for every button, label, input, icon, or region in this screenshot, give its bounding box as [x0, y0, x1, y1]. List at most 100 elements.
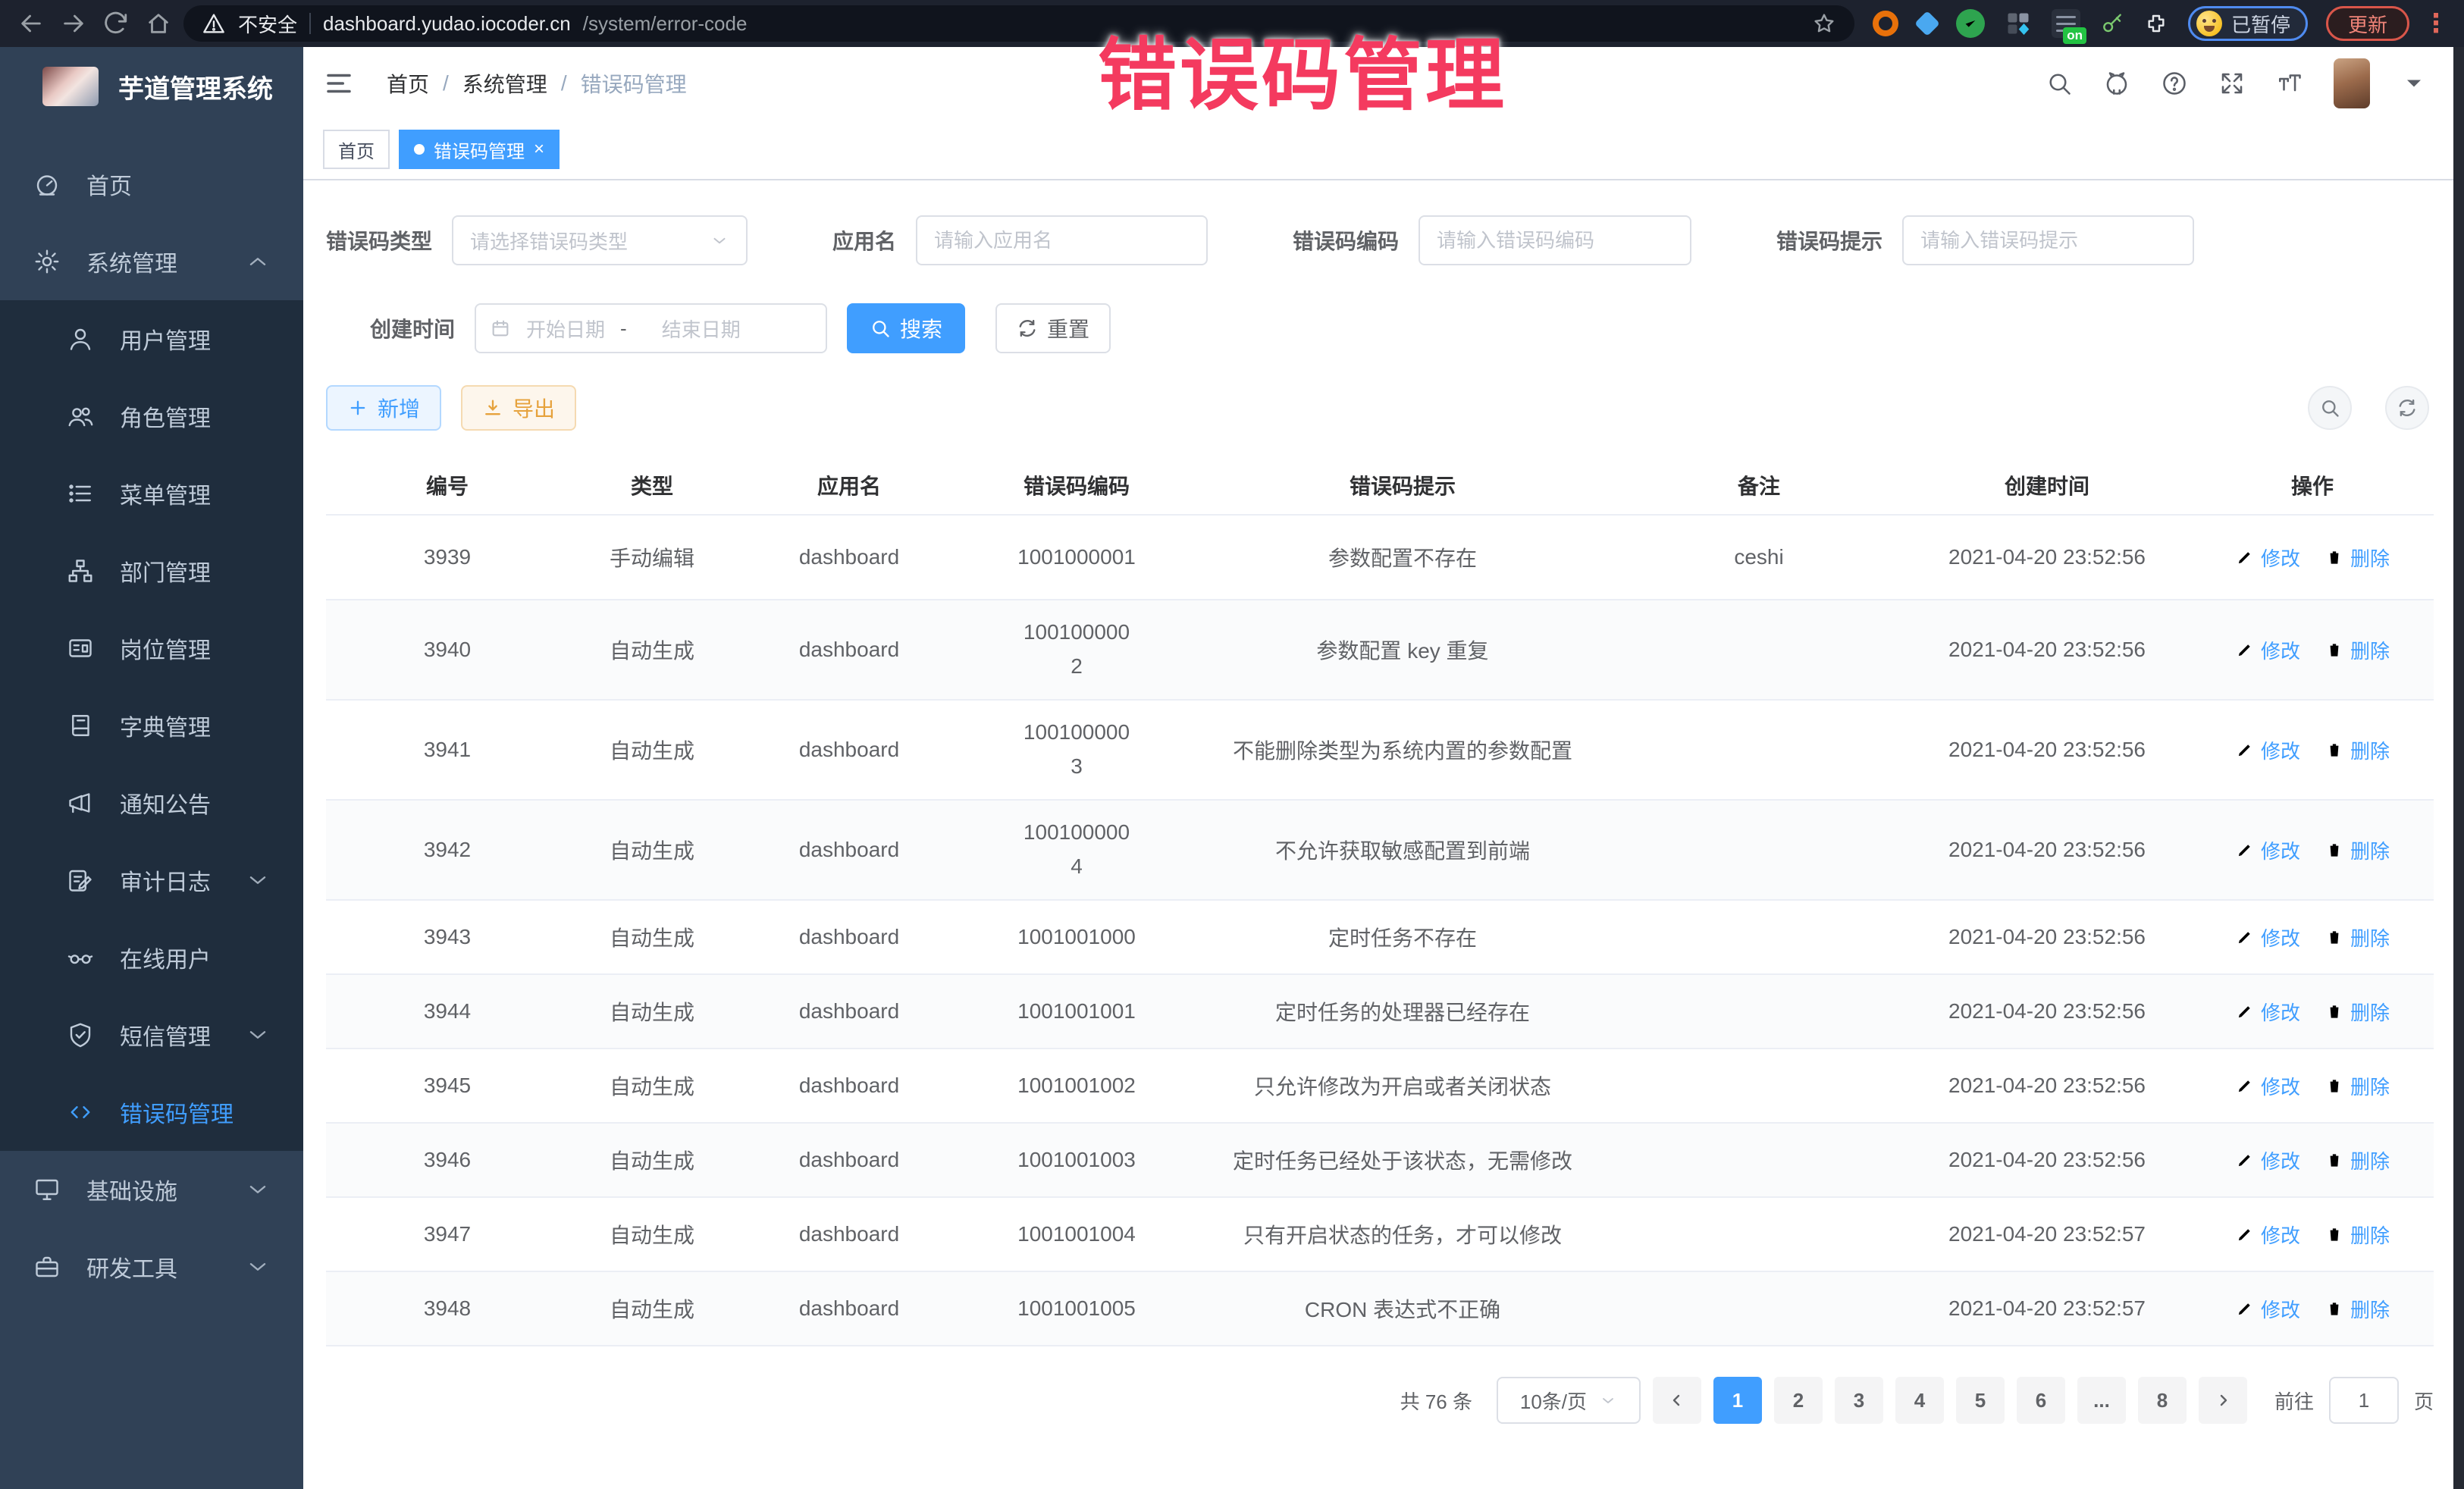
edit-link[interactable]: 修改	[2235, 836, 2300, 864]
edit-link[interactable]: 修改	[2235, 1072, 2300, 1100]
close-icon[interactable]: ×	[534, 140, 544, 158]
sidebar-item-部门管理[interactable]: 部门管理	[0, 532, 303, 610]
bookmark-star-icon[interactable]	[1812, 11, 1836, 36]
delete-link[interactable]: 删除	[2324, 1295, 2390, 1323]
delete-link[interactable]: 删除	[2324, 836, 2390, 864]
hamburger-icon[interactable]	[323, 67, 355, 99]
edit-link[interactable]: 修改	[2235, 998, 2300, 1026]
address-bar[interactable]: 不安全 dashboard.yudao.iocoder.cn/system/er…	[183, 5, 1854, 42]
page-button-2[interactable]: 2	[1774, 1377, 1823, 1424]
reload-icon[interactable]	[99, 6, 133, 41]
sidebar-item-在线用户[interactable]: 在线用户	[0, 919, 303, 996]
edit-link[interactable]: 修改	[2235, 736, 2300, 764]
row-type: 自动生成	[569, 1293, 735, 1324]
delete-link[interactable]: 删除	[2324, 923, 2390, 951]
url-host[interactable]: dashboard.yudao.iocoder.cn	[323, 12, 571, 36]
sidebar-item-基础设施[interactable]: 基础设施	[0, 1151, 303, 1228]
edit-link[interactable]: 修改	[2235, 923, 2300, 951]
refresh-icon[interactable]	[2385, 386, 2429, 430]
overlay-title: 错误码管理	[1098, 11, 1507, 125]
fullscreen-icon[interactable]	[2218, 70, 2246, 97]
next-page-button[interactable]	[2199, 1377, 2247, 1424]
add-button[interactable]: 新增	[326, 385, 441, 431]
sidebar-item-系统管理[interactable]: 系统管理	[0, 223, 303, 300]
sidebar-item-通知公告[interactable]: 通知公告	[0, 764, 303, 842]
sidebar-item-错误码管理[interactable]: 错误码管理	[0, 1074, 303, 1151]
more-pages-button[interactable]: ...	[2077, 1377, 2126, 1424]
filter-error-type: 错误码类型 请选择错误码类型	[326, 215, 748, 265]
sidebar-item-短信管理[interactable]: 短信管理	[0, 996, 303, 1074]
home-icon[interactable]	[141, 6, 176, 41]
page-button-1[interactable]: 1	[1713, 1377, 1762, 1424]
sidebar-logo[interactable]: 芋道管理系统	[0, 47, 303, 126]
back-icon[interactable]	[14, 6, 49, 41]
extension-list-icon[interactable]: on	[2052, 9, 2080, 38]
tab-首页[interactable]: 首页	[323, 130, 390, 169]
extension-on-badge: on	[2063, 27, 2086, 44]
search-button[interactable]: 搜索	[847, 303, 965, 353]
delete-link[interactable]: 删除	[2324, 1146, 2390, 1174]
sidebar-item-首页[interactable]: 首页	[0, 146, 303, 223]
breadcrumb-item[interactable]: 系统管理	[462, 68, 547, 99]
edit-link[interactable]: 修改	[2235, 1295, 2300, 1323]
help-icon[interactable]	[2161, 70, 2188, 97]
paused-badge[interactable]: 已暂停	[2188, 6, 2308, 41]
edit-link[interactable]: 修改	[2235, 636, 2300, 664]
delete-link[interactable]: 删除	[2324, 544, 2390, 572]
export-button[interactable]: 导出	[461, 385, 576, 431]
sidebar-item-label: 部门管理	[120, 554, 211, 588]
extension-gem-icon[interactable]	[1914, 11, 1940, 36]
security-label[interactable]: 不安全	[238, 10, 297, 38]
search-icon[interactable]	[2045, 70, 2073, 97]
page-size-select[interactable]: 10条/页	[1497, 1377, 1641, 1424]
prev-page-button[interactable]	[1653, 1377, 1701, 1424]
error-type-select[interactable]: 请选择错误码类型	[452, 215, 748, 265]
extension-check-icon[interactable]	[1956, 9, 1985, 38]
app-name-input[interactable]	[916, 215, 1208, 265]
edit-link[interactable]: 修改	[2235, 1146, 2300, 1174]
edit-link[interactable]: 修改	[2235, 544, 2300, 572]
browser-menu-icon[interactable]: ⋮	[2423, 11, 2449, 36]
window-scrollbar[interactable]	[2453, 0, 2464, 1489]
font-size-icon[interactable]	[2276, 70, 2303, 97]
caret-down-icon[interactable]	[2400, 70, 2428, 97]
page-button-3[interactable]: 3	[1835, 1377, 1883, 1424]
github-icon[interactable]	[2103, 70, 2130, 97]
page-button-5[interactable]: 5	[1956, 1377, 2005, 1424]
delete-link[interactable]: 删除	[2324, 998, 2390, 1026]
extension-puzzle-icon[interactable]	[2144, 11, 2168, 36]
page-button-4[interactable]: 4	[1895, 1377, 1944, 1424]
sidebar-item-岗位管理[interactable]: 岗位管理	[0, 610, 303, 687]
update-button[interactable]: 更新	[2326, 6, 2409, 41]
hide-search-icon[interactable]	[2308, 386, 2352, 430]
reset-button[interactable]: 重置	[995, 303, 1111, 353]
goto-page-input[interactable]	[2329, 1377, 2399, 1424]
org-tree-icon	[67, 557, 94, 585]
sidebar-item-审计日志[interactable]: 审计日志	[0, 842, 303, 919]
delete-link[interactable]: 删除	[2324, 1221, 2390, 1249]
date-range-picker[interactable]: 开始日期 - 结束日期	[475, 303, 827, 353]
edit-link[interactable]: 修改	[2235, 1221, 2300, 1249]
breadcrumb-item[interactable]: 首页	[387, 68, 429, 99]
extension-gear-icon[interactable]	[1873, 11, 1898, 36]
sidebar-item-字典管理[interactable]: 字典管理	[0, 687, 303, 764]
sidebar-item-研发工具[interactable]: 研发工具	[0, 1228, 303, 1306]
page-button-8[interactable]: 8	[2138, 1377, 2187, 1424]
sidebar-item-角色管理[interactable]: 角色管理	[0, 378, 303, 455]
row-actions: 修改删除	[2191, 998, 2434, 1026]
avatar[interactable]	[2334, 58, 2370, 108]
error-code-input[interactable]	[1419, 215, 1691, 265]
extension-grid-icon[interactable]	[2005, 10, 2032, 37]
delete-link[interactable]: 删除	[2324, 736, 2390, 764]
sidebar-item-用户管理[interactable]: 用户管理	[0, 300, 303, 378]
sidebar-item-label: 岗位管理	[120, 632, 211, 665]
goto-suffix: 页	[2414, 1387, 2434, 1415]
sidebar-item-菜单管理[interactable]: 菜单管理	[0, 455, 303, 532]
delete-link[interactable]: 删除	[2324, 1072, 2390, 1100]
page-button-6[interactable]: 6	[2017, 1377, 2065, 1424]
tab-错误码管理[interactable]: 错误码管理×	[399, 130, 560, 169]
forward-icon[interactable]	[56, 6, 91, 41]
delete-link[interactable]: 删除	[2324, 636, 2390, 664]
error-hint-input[interactable]	[1902, 215, 2194, 265]
extension-key-icon[interactable]	[2100, 11, 2124, 36]
